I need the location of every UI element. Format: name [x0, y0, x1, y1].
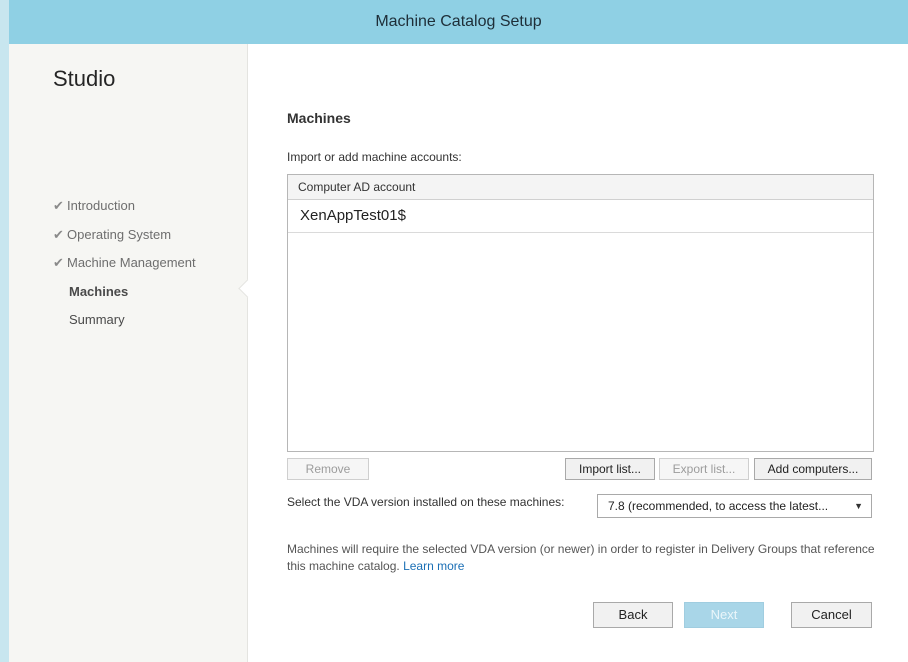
vda-selected-value: 7.8 (recommended, to access the latest..…	[608, 499, 829, 513]
back-button[interactable]: Back	[593, 602, 673, 628]
vda-version-label: Select the VDA version installed on thes…	[287, 495, 565, 509]
step-machine-management: ✔ Machine Management	[53, 255, 196, 270]
studio-brand: Studio	[53, 66, 116, 91]
vda-note-text: Machines will require the selected VDA v…	[287, 542, 875, 573]
next-button[interactable]: Next	[684, 602, 764, 628]
export-list-button[interactable]: Export list...	[659, 458, 749, 480]
checkmark-icon: ✔	[53, 227, 64, 242]
vda-version-select[interactable]: 7.8 (recommended, to access the latest..…	[597, 494, 872, 518]
remove-button[interactable]: Remove	[287, 458, 369, 480]
machine-accounts-list[interactable]: Computer AD account XenAppTest01$	[287, 174, 874, 452]
list-item[interactable]: XenAppTest01$	[288, 200, 873, 233]
page-heading: Machines	[287, 110, 351, 126]
column-header-computer-ad-account[interactable]: Computer AD account	[288, 175, 873, 200]
step-machines: Machines	[69, 284, 129, 299]
vda-note: Machines will require the selected VDA v…	[287, 541, 877, 575]
import-prompt: Import or add machine accounts:	[287, 150, 462, 164]
step-summary: Summary	[69, 312, 125, 327]
add-computers-button[interactable]: Add computers...	[754, 458, 872, 480]
machine-catalog-setup-window: Machine Catalog Setup Studio ✔ Introducti…	[9, 0, 908, 662]
checkmark-icon: ✔	[53, 198, 64, 213]
checkmark-icon: ✔	[53, 255, 64, 270]
step-operating-system: ✔ Operating System	[53, 227, 172, 242]
import-list-button[interactable]: Import list...	[565, 458, 655, 480]
cancel-button[interactable]: Cancel	[791, 602, 872, 628]
dropdown-arrow-icon: ▼	[854, 501, 863, 511]
wizard-sidebar	[9, 44, 248, 662]
learn-more-link[interactable]: Learn more	[403, 559, 464, 573]
step-introduction: ✔ Introduction	[53, 198, 135, 213]
window-title: Machine Catalog Setup	[9, 0, 908, 44]
